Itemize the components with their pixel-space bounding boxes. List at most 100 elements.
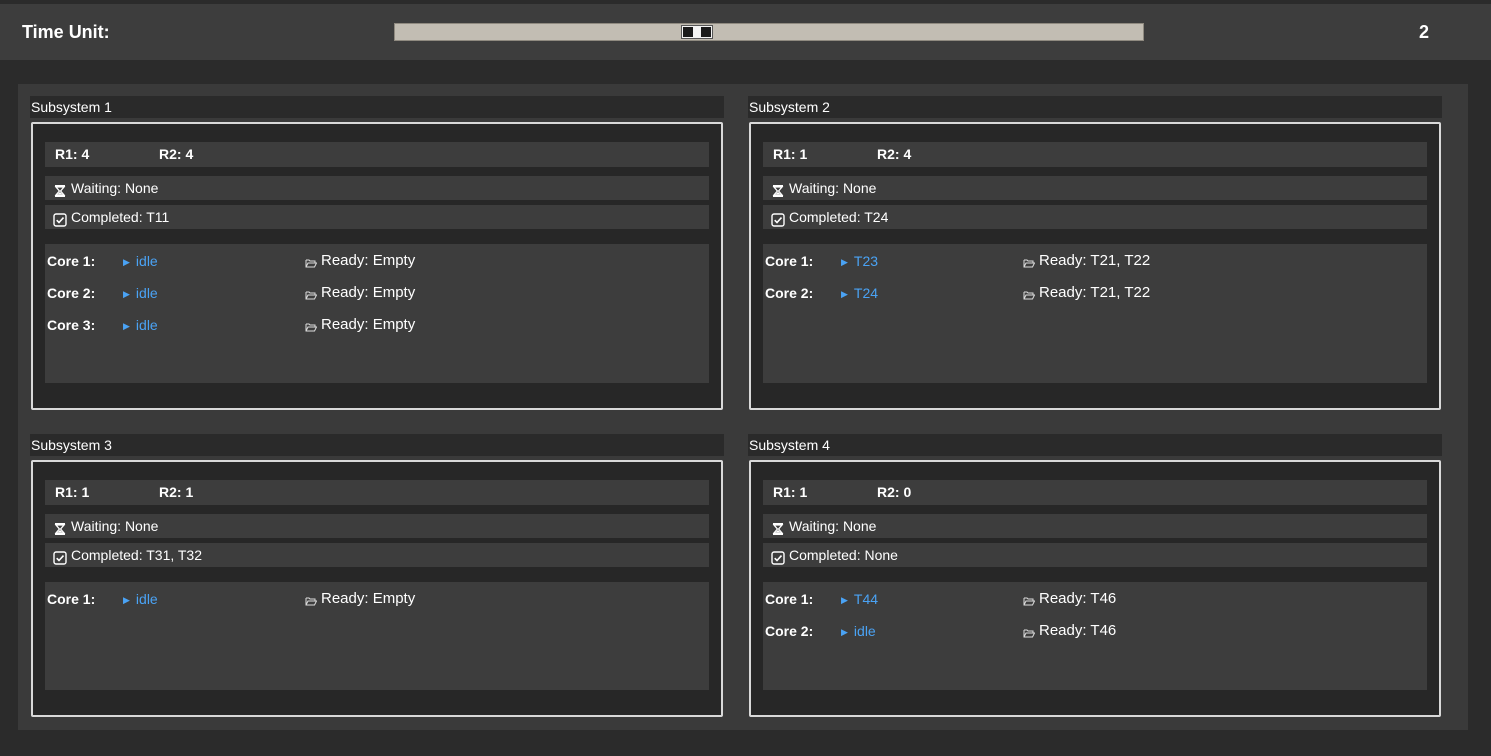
ready-text: Ready: T46 (1039, 622, 1117, 639)
core-task-name: idle (135, 253, 158, 269)
cores-panel: Core 1: ▶ T23 Ready: T21, T22 Core 2: ▶ T24 Rea… (763, 244, 1427, 383)
core-task[interactable]: ▶ T23 (841, 249, 878, 275)
completed-row: Completed: T24 (763, 205, 1427, 229)
core-task-name: idle (853, 623, 876, 639)
cores-panel: Core 1: ▶ T44 Ready: T46 Core 2: ▶ idle Ready: … (763, 582, 1427, 690)
core-label: Core 1: (47, 253, 96, 269)
waiting-row: Waiting: None (45, 514, 709, 538)
ready-queue: Ready: Empty (305, 249, 415, 273)
core-label: Core 1: (47, 591, 96, 607)
core-label: Core 1: (765, 591, 814, 607)
waiting-text: Waiting: None (71, 180, 159, 196)
time-unit-slider[interactable] (394, 23, 1144, 41)
play-arrow-icon: ▶ (841, 627, 848, 637)
play-arrow-icon: ▶ (123, 289, 130, 299)
time-unit-value: 2 (1419, 22, 1430, 42)
ready-queue: Ready: Empty (305, 313, 415, 337)
core-task[interactable]: ▶ idle (123, 249, 158, 275)
core-task-name: idle (135, 285, 158, 301)
folder-open-icon (305, 284, 318, 300)
core-label: Core 2: (765, 285, 814, 301)
resources-row: R1: 1 R2: 0 (763, 480, 1427, 505)
hourglass-icon (53, 181, 67, 197)
core-task[interactable]: ▶ idle (123, 587, 158, 613)
checkbox-checked-icon (771, 548, 785, 565)
resources-row: R1: 1 R2: 1 (45, 480, 709, 505)
play-arrow-icon: ▶ (841, 595, 848, 605)
core-task-name: idle (135, 591, 158, 607)
core-row: Core 2: ▶ idle Ready: T46 (763, 619, 1427, 643)
folder-open-icon (305, 316, 318, 332)
resources-row: R1: 1 R2: 4 (763, 142, 1427, 167)
ready-queue: Ready: T21, T22 (1023, 249, 1150, 273)
core-row: Core 1: ▶ idle Ready: Empty (45, 249, 709, 273)
core-task[interactable]: ▶ idle (123, 313, 158, 339)
ready-queue: Ready: T46 (1023, 587, 1116, 611)
cores-panel: Core 1: ▶ idle Ready: Empty (45, 582, 709, 690)
waiting-row: Waiting: None (763, 176, 1427, 200)
core-row: Core 3: ▶ idle Ready: Empty (45, 313, 709, 337)
folder-open-icon (305, 252, 318, 268)
core-row: Core 2: ▶ idle Ready: Empty (45, 281, 709, 305)
folder-open-icon (1023, 252, 1036, 268)
core-label: Core 2: (765, 623, 814, 639)
ready-queue: Ready: Empty (305, 587, 415, 611)
ready-text: Ready: Empty (321, 252, 416, 269)
waiting-row: Waiting: None (763, 514, 1427, 538)
folder-open-icon (305, 590, 318, 606)
subsystem-box: R1: 4 R2: 4 Waiting: None Completed: T11 Cor… (31, 122, 723, 410)
core-row: Core 2: ▶ T24 Ready: T21, T22 (763, 281, 1427, 305)
core-task-name: T44 (853, 591, 879, 607)
completed-text: Completed: None (789, 547, 898, 563)
hourglass-icon (771, 181, 785, 197)
time-unit-slider-thumb[interactable] (681, 25, 713, 39)
folder-open-icon (1023, 590, 1036, 606)
subsystem-box: R1: 1 R2: 1 Waiting: None Completed: T31, T… (31, 460, 723, 717)
checkbox-checked-icon (771, 210, 785, 227)
waiting-row: Waiting: None (45, 176, 709, 200)
core-label: Core 3: (47, 317, 96, 333)
completed-text: Completed: T11 (71, 209, 170, 225)
core-row: Core 1: ▶ T23 Ready: T21, T22 (763, 249, 1427, 273)
ready-queue: Ready: Empty (305, 281, 415, 305)
core-task-name: T24 (853, 285, 879, 301)
completed-text: Completed: T31, T32 (71, 547, 203, 563)
core-task[interactable]: ▶ idle (123, 281, 158, 307)
play-arrow-icon: ▶ (123, 321, 130, 331)
time-unit-header: Time Unit: 2 (0, 3, 1491, 60)
resource-r2: R2: 0 (877, 484, 912, 500)
core-label: Core 1: (765, 253, 814, 269)
ready-text: Ready: T46 (1039, 590, 1117, 607)
folder-open-icon (1023, 284, 1036, 300)
play-arrow-icon: ▶ (841, 289, 848, 299)
core-task-name: idle (135, 317, 158, 333)
resource-r2: R2: 4 (877, 146, 912, 162)
subsystem-2: Subsystem 2 R1: 1 R2: 4 Waiting: None Comple… (748, 96, 1442, 418)
resource-r1: R1: 1 (773, 146, 808, 162)
subsystem-3: Subsystem 3 R1: 1 R2: 1 Waiting: None Comple… (30, 434, 724, 756)
subsystem-1: Subsystem 1 R1: 4 R2: 4 Waiting: None Comple… (30, 96, 724, 418)
ready-queue: Ready: T21, T22 (1023, 281, 1150, 305)
subsystem-box: R1: 1 R2: 4 Waiting: None Completed: T24 Cor… (749, 122, 1441, 410)
subsystem-4: Subsystem 4 R1: 1 R2: 0 Waiting: None Comple… (748, 434, 1442, 756)
core-task[interactable]: ▶ T44 (841, 587, 878, 613)
core-label: Core 2: (47, 285, 96, 301)
play-arrow-icon: ▶ (123, 595, 130, 605)
hourglass-icon (53, 519, 67, 535)
hourglass-icon (771, 519, 785, 535)
ready-text: Ready: T21, T22 (1039, 252, 1151, 269)
subsystem-title: Subsystem 1 (30, 96, 724, 118)
core-task[interactable]: ▶ T24 (841, 281, 878, 307)
checkbox-checked-icon (53, 210, 67, 227)
completed-row: Completed: None (763, 543, 1427, 567)
resource-r2: R2: 4 (159, 146, 194, 162)
play-arrow-icon: ▶ (841, 257, 848, 267)
subsystem-title: Subsystem 4 (748, 434, 1442, 456)
ready-text: Ready: Empty (321, 316, 416, 333)
resources-row: R1: 4 R2: 4 (45, 142, 709, 167)
ready-text: Ready: Empty (321, 590, 416, 607)
core-task[interactable]: ▶ idle (841, 619, 876, 645)
completed-row: Completed: T11 (45, 205, 709, 229)
checkbox-checked-icon (53, 548, 67, 565)
folder-open-icon (1023, 622, 1036, 638)
